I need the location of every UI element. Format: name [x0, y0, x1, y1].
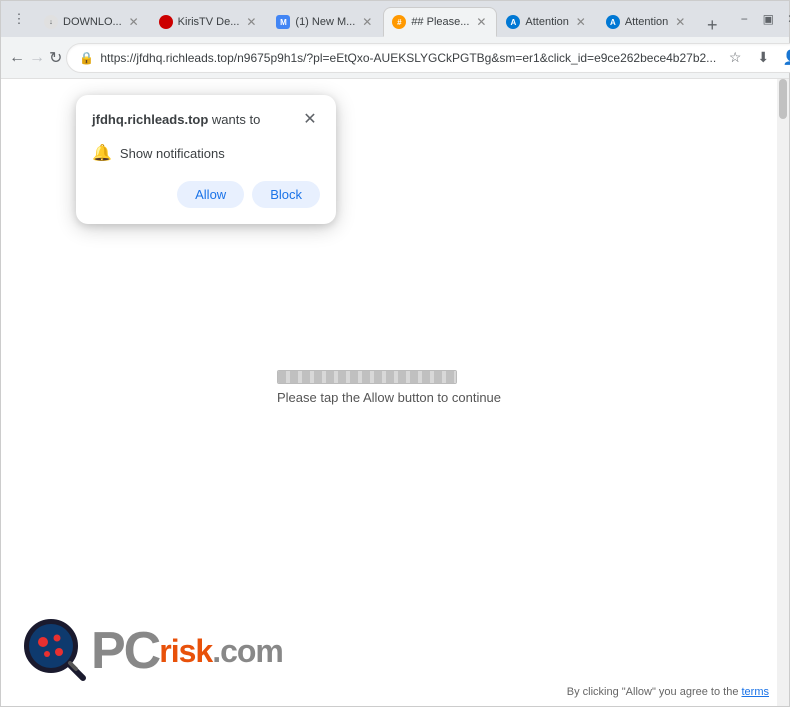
- tab-attn2-close[interactable]: ✕: [673, 15, 687, 29]
- reload-button[interactable]: ↻: [49, 44, 62, 72]
- tabs-container: ↓ DOWNLO... ✕ KirisTV De... ✕ M (1) New …: [35, 1, 724, 37]
- progress-text: Please tap the Allow button to continue: [277, 390, 501, 405]
- page-content: jfdhq.richleads.top wants to ✕ 🔔 Show no…: [1, 79, 789, 706]
- scrollbar[interactable]: [777, 79, 789, 706]
- url-text: https://jfdhq.richleads.top/n9675p9h1s/?…: [100, 51, 716, 65]
- tab-attn1[interactable]: A Attention ✕: [497, 7, 596, 37]
- lock-icon: 🔒: [79, 51, 94, 65]
- tab-new[interactable]: M (1) New M... ✕: [267, 7, 383, 37]
- restore-button[interactable]: ▣: [758, 9, 778, 29]
- tab-bar: ⋮ ↓ DOWNLO... ✕ KirisTV De... ✕ M (1) Ne…: [1, 1, 789, 37]
- disclaimer-text: By clicking "Allow" you agree to the: [567, 686, 739, 698]
- tab-hash-label: ## Please...: [411, 16, 469, 28]
- browser-frame: ⋮ ↓ DOWNLO... ✕ KirisTV De... ✕ M (1) Ne…: [0, 0, 790, 707]
- profile-button[interactable]: 👤: [778, 45, 790, 71]
- bookmark-button[interactable]: ☆: [722, 45, 748, 71]
- logo-area: PC risk .com: [21, 616, 283, 686]
- popup-title: jfdhq.richleads.top wants to: [92, 111, 260, 129]
- url-actions: ☆ ⬇ 👤 ⋮: [722, 45, 790, 71]
- logo-icon: [21, 616, 91, 686]
- logo-text: PC risk .com: [91, 625, 283, 677]
- progress-bar: [277, 370, 457, 384]
- popup-header: jfdhq.richleads.top wants to ✕: [92, 111, 320, 129]
- block-button[interactable]: Block: [252, 181, 320, 208]
- terms-link[interactable]: terms: [742, 686, 770, 698]
- tab-attn2[interactable]: A Attention ✕: [597, 7, 696, 37]
- progress-fill: [278, 371, 456, 383]
- logo-risk-text: risk: [159, 635, 212, 667]
- progress-container: Please tap the Allow button to continue: [277, 370, 501, 405]
- download-button[interactable]: ⬇: [750, 45, 776, 71]
- chrome-menu-icon[interactable]: ⋮: [9, 9, 29, 29]
- favicon-hash: #: [392, 15, 406, 29]
- tab-dl-label: DOWNLO...: [63, 16, 122, 28]
- favicon-new: M: [276, 15, 290, 29]
- close-button[interactable]: ✕: [782, 9, 790, 29]
- favicon-attn1: A: [506, 15, 520, 29]
- tab-kiris-close[interactable]: ✕: [244, 15, 258, 29]
- tab-attn1-close[interactable]: ✕: [574, 15, 588, 29]
- popup-domain: jfdhq.richleads.top: [92, 112, 208, 127]
- bell-icon: 🔔: [92, 143, 112, 163]
- tab-new-label: (1) New M...: [295, 16, 355, 28]
- url-bar[interactable]: 🔒 https://jfdhq.richleads.top/n9675p9h1s…: [66, 43, 790, 73]
- logo-dotcom-text: .com: [212, 635, 283, 667]
- forward-button[interactable]: →: [29, 44, 45, 72]
- notification-popup: jfdhq.richleads.top wants to ✕ 🔔 Show no…: [76, 95, 336, 224]
- tab-kiris-label: KirisTV De...: [178, 16, 240, 28]
- tab-new-close[interactable]: ✕: [360, 15, 374, 29]
- tab-dl-close[interactable]: ✕: [127, 15, 141, 29]
- allow-button[interactable]: Allow: [177, 181, 244, 208]
- tab-attn1-label: Attention: [525, 16, 568, 28]
- window-controls: − ▣ ✕: [726, 9, 790, 29]
- address-bar: ← → ↻ 🔒 https://jfdhq.richleads.top/n967…: [1, 37, 789, 79]
- minimize-button[interactable]: −: [734, 9, 754, 29]
- popup-close-button[interactable]: ✕: [300, 109, 320, 129]
- tab-attn2-label: Attention: [625, 16, 668, 28]
- popup-buttons: Allow Block: [92, 181, 320, 208]
- tab-hash[interactable]: # ## Please... ✕: [383, 7, 497, 37]
- tab-hash-close[interactable]: ✕: [474, 15, 488, 29]
- bottom-disclaimer: By clicking "Allow" you agree to the ter…: [567, 686, 769, 698]
- tab-nav-icons: ⋮: [5, 9, 33, 29]
- scrollbar-thumb[interactable]: [779, 79, 787, 119]
- back-button[interactable]: ←: [9, 44, 25, 72]
- favicon-attn2: A: [606, 15, 620, 29]
- tab-dl[interactable]: ↓ DOWNLO... ✕: [35, 7, 150, 37]
- favicon-kiris: [159, 15, 173, 29]
- popup-notification-row: 🔔 Show notifications: [92, 139, 320, 167]
- new-tab-button[interactable]: +: [700, 13, 724, 37]
- popup-suffix: wants to: [208, 112, 260, 127]
- logo-pc-text: PC: [91, 625, 159, 677]
- tab-kiris[interactable]: KirisTV De... ✕: [150, 7, 268, 37]
- favicon-dl: ↓: [44, 15, 58, 29]
- notification-label: Show notifications: [120, 146, 225, 161]
